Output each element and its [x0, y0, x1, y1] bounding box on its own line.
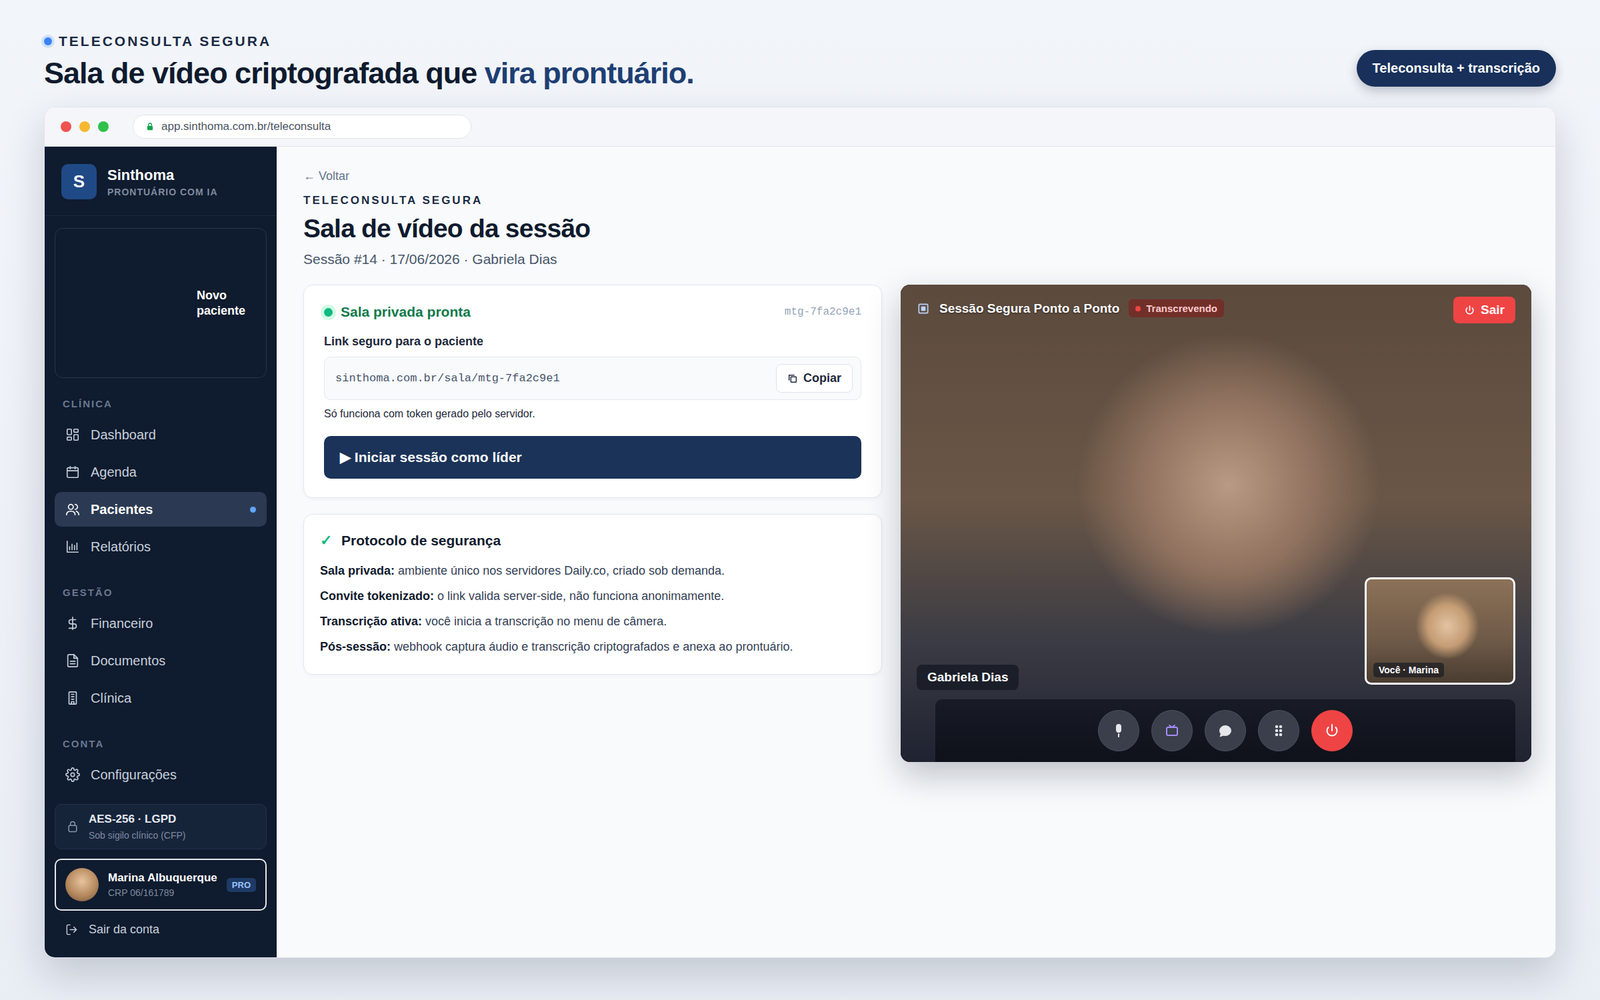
room-card: Sala privada pronta mtg-7fa2c9e1 Link se… — [303, 284, 882, 498]
calendar-icon — [65, 464, 80, 480]
dollar-icon — [65, 616, 80, 631]
camera-button[interactable] — [1151, 710, 1193, 752]
power-icon — [1464, 304, 1476, 316]
grid-button[interactable] — [1258, 710, 1300, 752]
active-dot-icon — [250, 506, 256, 513]
sidebar-item[interactable]: Relatórios — [54, 529, 267, 564]
brand[interactable]: S Sinthoma PRONTUÁRIO COM IA — [44, 146, 277, 216]
building-icon — [65, 690, 80, 706]
mic-button[interactable] — [1098, 710, 1140, 752]
recording-badge: Transcrevendo — [1128, 299, 1224, 318]
dot-icon — [44, 37, 52, 46]
browser-window: app.sinthoma.com.br/teleconsulta S Sinth… — [44, 106, 1556, 958]
logout-icon — [65, 923, 78, 936]
room-id: mtg-7fa2c9e1 — [784, 306, 862, 318]
camera-icon — [1164, 722, 1180, 739]
sidebar: S Sinthoma PRONTUÁRIO COM IA Novo pacien… — [44, 146, 277, 958]
browser-titlebar: app.sinthoma.com.br/teleconsulta — [44, 107, 1556, 147]
chat-button[interactable] — [1204, 710, 1246, 752]
copy-button[interactable]: Copiar — [776, 364, 853, 393]
main-content: ← Voltar TELECONSULTA SEGURA Sala de víd… — [276, 146, 1556, 958]
security-protocol-card: ✓ Protocolo de segurança Sala privada: a… — [303, 514, 882, 675]
feature-badge: Teleconsulta + transcrição — [1356, 50, 1556, 87]
remote-video — [900, 284, 1532, 762]
page-eyebrow: TELECONSULTA SEGURA — [303, 194, 1532, 208]
status-dot-icon — [324, 308, 333, 317]
back-link[interactable]: ← Voltar — [303, 169, 1532, 184]
sidebar-item[interactable]: Configurações — [54, 757, 267, 792]
protocol-item: Sala privada: ambiente único nos servido… — [320, 564, 866, 578]
protocol-item: Pós-sessão: webhook captura áudio e tran… — [320, 640, 866, 654]
new-patient-button[interactable]: Novo paciente — [54, 228, 267, 378]
participant-name: Gabriela Dias — [916, 664, 1019, 690]
protocol-item: Transcrição ativa: você inicia a transcr… — [320, 614, 866, 629]
page-title: Sala de vídeo da sessão — [303, 214, 1532, 244]
app: S Sinthoma PRONTUÁRIO COM IA Novo pacien… — [44, 146, 1556, 958]
copy-icon — [787, 373, 798, 384]
rec-dot-icon — [1135, 306, 1141, 312]
section-title: GESTÃO — [62, 586, 259, 598]
gear-icon — [65, 767, 80, 782]
secure-icon — [916, 302, 930, 316]
users-icon — [65, 502, 80, 517]
section-title: CONTA — [62, 738, 259, 750]
page-subtitle: Sessão #14 · 17/06/2026 · Gabriela Dias — [303, 251, 1532, 268]
sidebar-item[interactable]: Documentos — [54, 643, 267, 678]
lock-icon — [66, 820, 80, 834]
sidebar-item[interactable]: Agenda — [54, 454, 267, 490]
start-session-button[interactable]: ▶ Iniciar sessão como líder — [324, 436, 862, 479]
logout-button[interactable]: Sair da conta — [54, 920, 267, 940]
room-status: Sala privada pronta — [324, 304, 471, 320]
page-header: TELECONSULTA SEGURA Sala de vídeo cripto… — [44, 33, 1556, 91]
check-icon: ✓ — [320, 532, 332, 550]
self-view: Você · Marina — [1364, 577, 1516, 685]
grid-icon — [65, 427, 80, 442]
link-note: Só funciona com token gerado pelo servid… — [324, 408, 862, 420]
doc-icon — [65, 653, 80, 668]
maximize-dot-icon[interactable] — [98, 121, 109, 132]
video-topbar: Sessão Segura Ponto a Ponto Transcrevend… — [916, 299, 1224, 318]
hangup-icon — [1324, 722, 1340, 739]
sidebar-item[interactable]: Pacientes — [54, 492, 267, 527]
sidebar-item[interactable]: Clínica — [54, 680, 267, 716]
link-label: Link seguro para o paciente — [324, 334, 862, 349]
close-dot-icon[interactable] — [60, 121, 72, 132]
plan-badge: PRO — [226, 878, 256, 892]
hangup-button[interactable] — [1311, 710, 1353, 752]
grid-icon — [1270, 722, 1287, 739]
mic-icon — [1110, 722, 1127, 739]
headline: Sala de vídeo criptografada que vira pro… — [44, 56, 694, 91]
logo: S — [61, 164, 97, 200]
user-card[interactable]: Marina Albuquerque CRP 06/161789 PRO — [54, 858, 267, 911]
url-bar[interactable]: app.sinthoma.com.br/teleconsulta — [132, 114, 472, 139]
page: TELECONSULTA SEGURA Sala de vídeo cripto… — [0, 0, 1600, 1000]
leave-button[interactable]: Sair — [1453, 296, 1516, 324]
self-name: Você · Marina — [1373, 662, 1444, 678]
chat-icon — [1217, 722, 1234, 739]
lock-icon — [145, 122, 155, 132]
eyebrow: TELECONSULTA SEGURA — [44, 33, 694, 50]
section-title: CLÍNICA — [62, 398, 259, 410]
link-field[interactable]: sinthoma.com.br/sala/mtg-7fa2c9e1 Copiar — [324, 356, 862, 400]
protocol-item: Convite tokenizado: o link valida server… — [320, 589, 866, 604]
minimize-dot-icon[interactable] — [79, 121, 90, 132]
sidebar-item[interactable]: Financeiro — [54, 606, 267, 641]
sidebar-item[interactable]: Dashboard — [54, 417, 267, 452]
security-badge: AES-256 · LGPD Sob sigilo clínico (CFP) — [54, 804, 267, 850]
avatar — [65, 868, 99, 902]
video-call: Sessão Segura Ponto a Ponto Transcrevend… — [900, 284, 1532, 762]
chart-icon — [65, 539, 80, 554]
call-controls — [935, 699, 1516, 762]
